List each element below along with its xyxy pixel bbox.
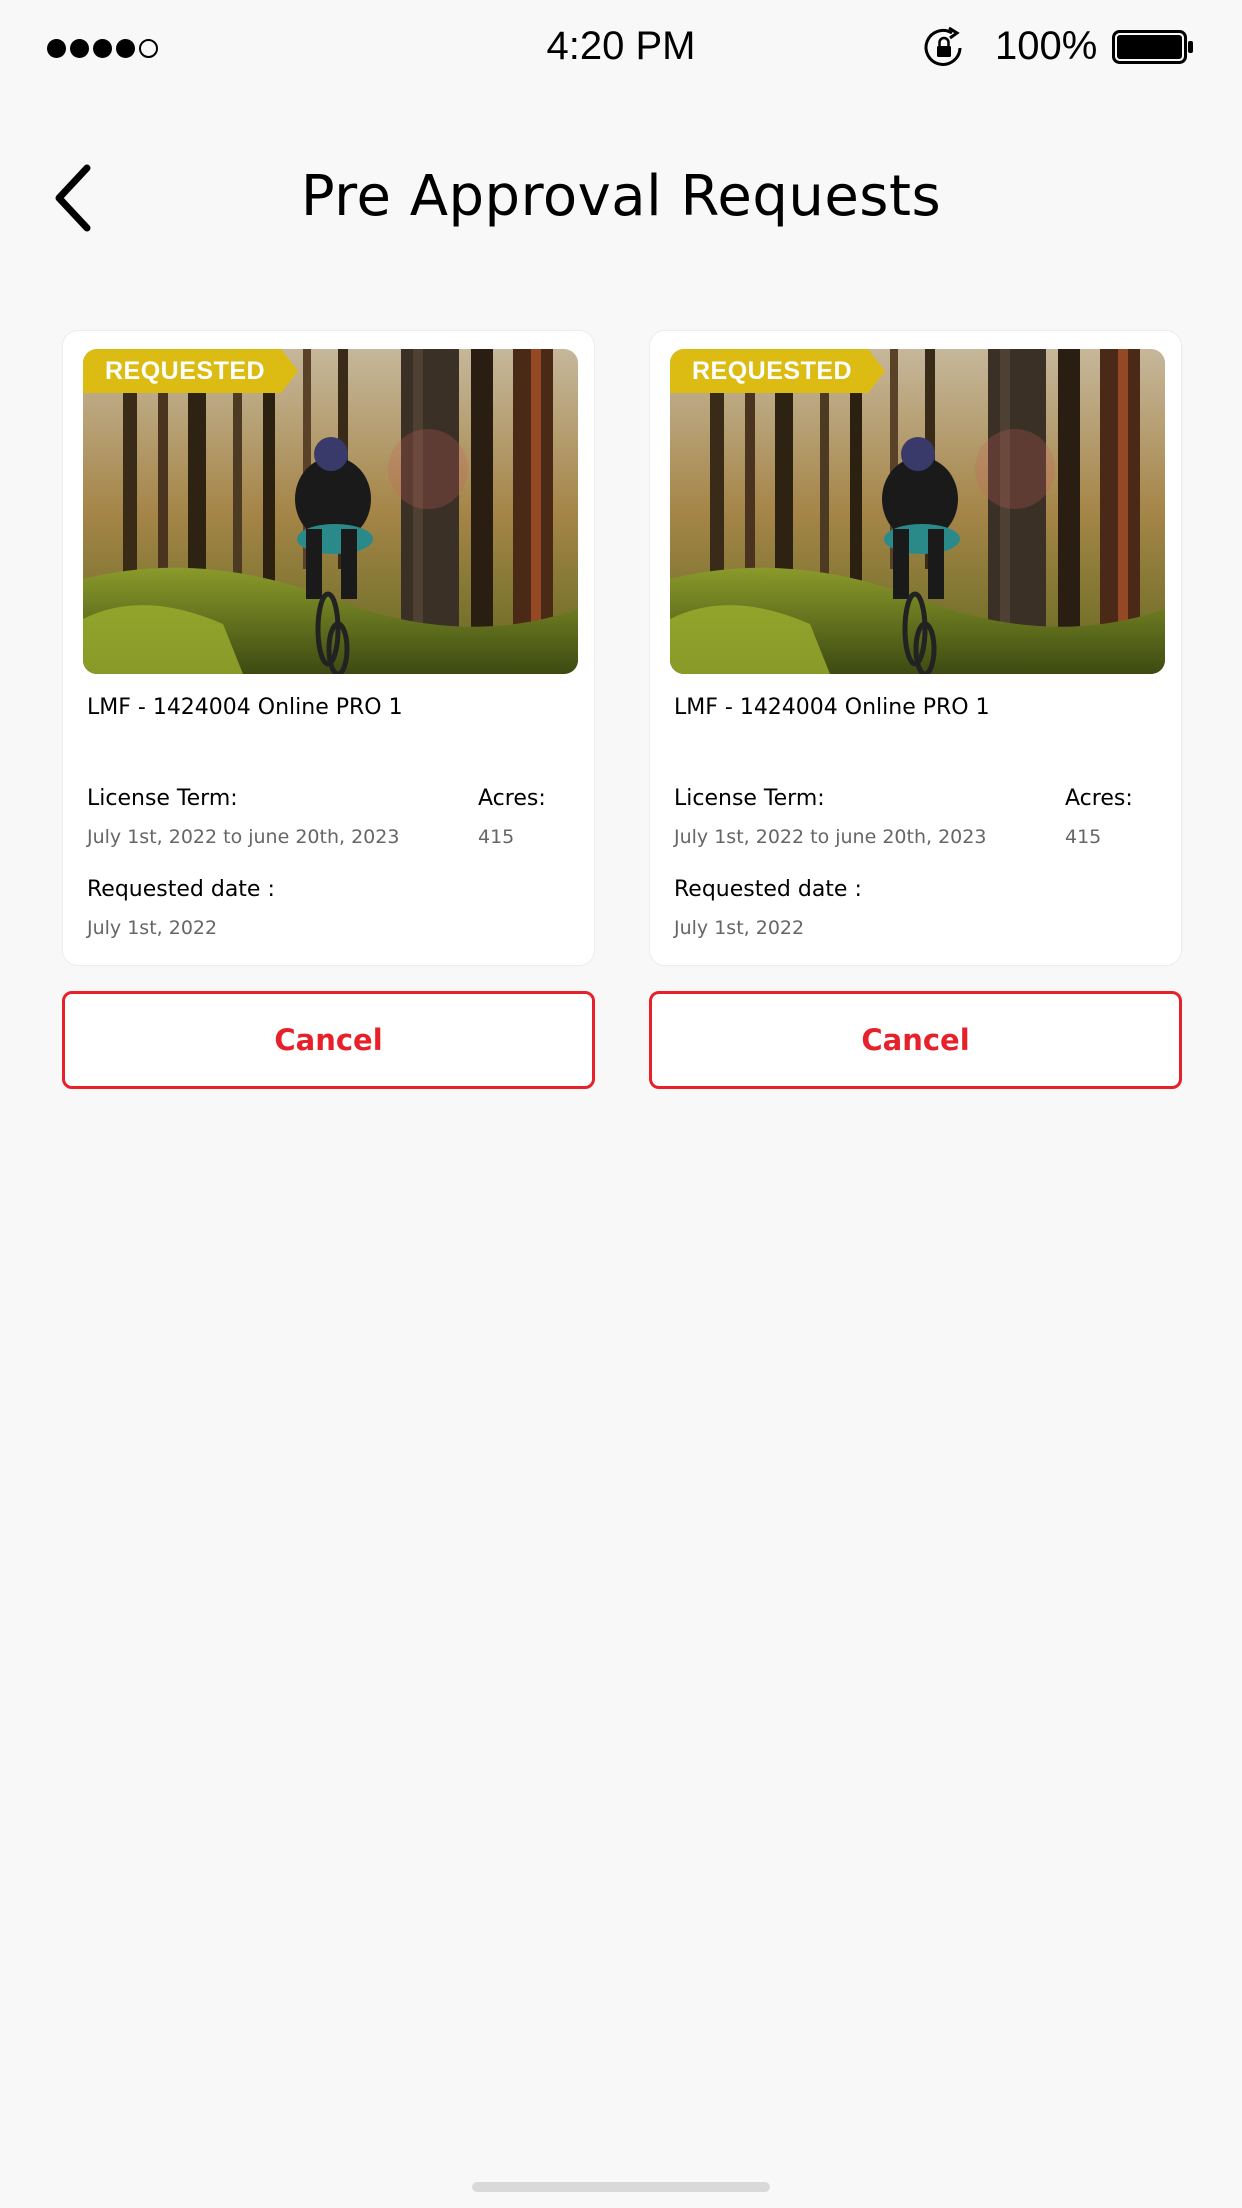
home-indicator[interactable] bbox=[472, 2182, 770, 2192]
cancel-button[interactable]: Cancel bbox=[649, 991, 1182, 1089]
license-term-label: License Term: bbox=[674, 786, 825, 811]
battery-percent: 100% bbox=[995, 24, 1098, 68]
request-title: LMF - 1424004 Online PRO 1 bbox=[87, 695, 403, 720]
request-title: LMF - 1424004 Online PRO 1 bbox=[674, 695, 990, 720]
license-term-value: July 1st, 2022 to june 20th, 2023 bbox=[87, 826, 400, 848]
status-badge: REQUESTED bbox=[670, 349, 885, 393]
request-list: REQUESTED LMF - 1424004 Online PRO 1 Lic… bbox=[62, 330, 1182, 1089]
request-item: REQUESTED LMF - 1424004 Online PRO 1 Lic… bbox=[649, 330, 1182, 1089]
requested-date-label: Requested date : bbox=[87, 877, 275, 902]
status-badge: REQUESTED bbox=[83, 349, 298, 393]
cancel-button[interactable]: Cancel bbox=[62, 991, 595, 1089]
nav-bar: Pre Approval Requests bbox=[0, 140, 1242, 260]
acres-value: 415 bbox=[478, 826, 515, 848]
acres-label: Acres: bbox=[1065, 786, 1133, 811]
rotation-lock-icon bbox=[924, 26, 962, 66]
license-term-value: July 1st, 2022 to june 20th, 2023 bbox=[674, 826, 987, 848]
request-card[interactable]: REQUESTED LMF - 1424004 Online PRO 1 Lic… bbox=[62, 330, 595, 966]
acres-value: 415 bbox=[1065, 826, 1102, 848]
trail-photo bbox=[670, 349, 1165, 674]
trail-photo bbox=[83, 349, 578, 674]
requested-date-label: Requested date : bbox=[674, 877, 862, 902]
request-card[interactable]: REQUESTED LMF - 1424004 Online PRO 1 Lic… bbox=[649, 330, 1182, 966]
status-bar: 4:20 PM 100% bbox=[0, 10, 1242, 70]
battery-icon bbox=[1112, 30, 1193, 64]
license-term-label: License Term: bbox=[87, 786, 238, 811]
requested-date-value: July 1st, 2022 bbox=[674, 917, 805, 939]
page-title: Pre Approval Requests bbox=[300, 164, 942, 229]
acres-label: Acres: bbox=[478, 786, 546, 811]
requested-date-value: July 1st, 2022 bbox=[87, 917, 218, 939]
request-item: REQUESTED LMF - 1424004 Online PRO 1 Lic… bbox=[62, 330, 595, 1089]
